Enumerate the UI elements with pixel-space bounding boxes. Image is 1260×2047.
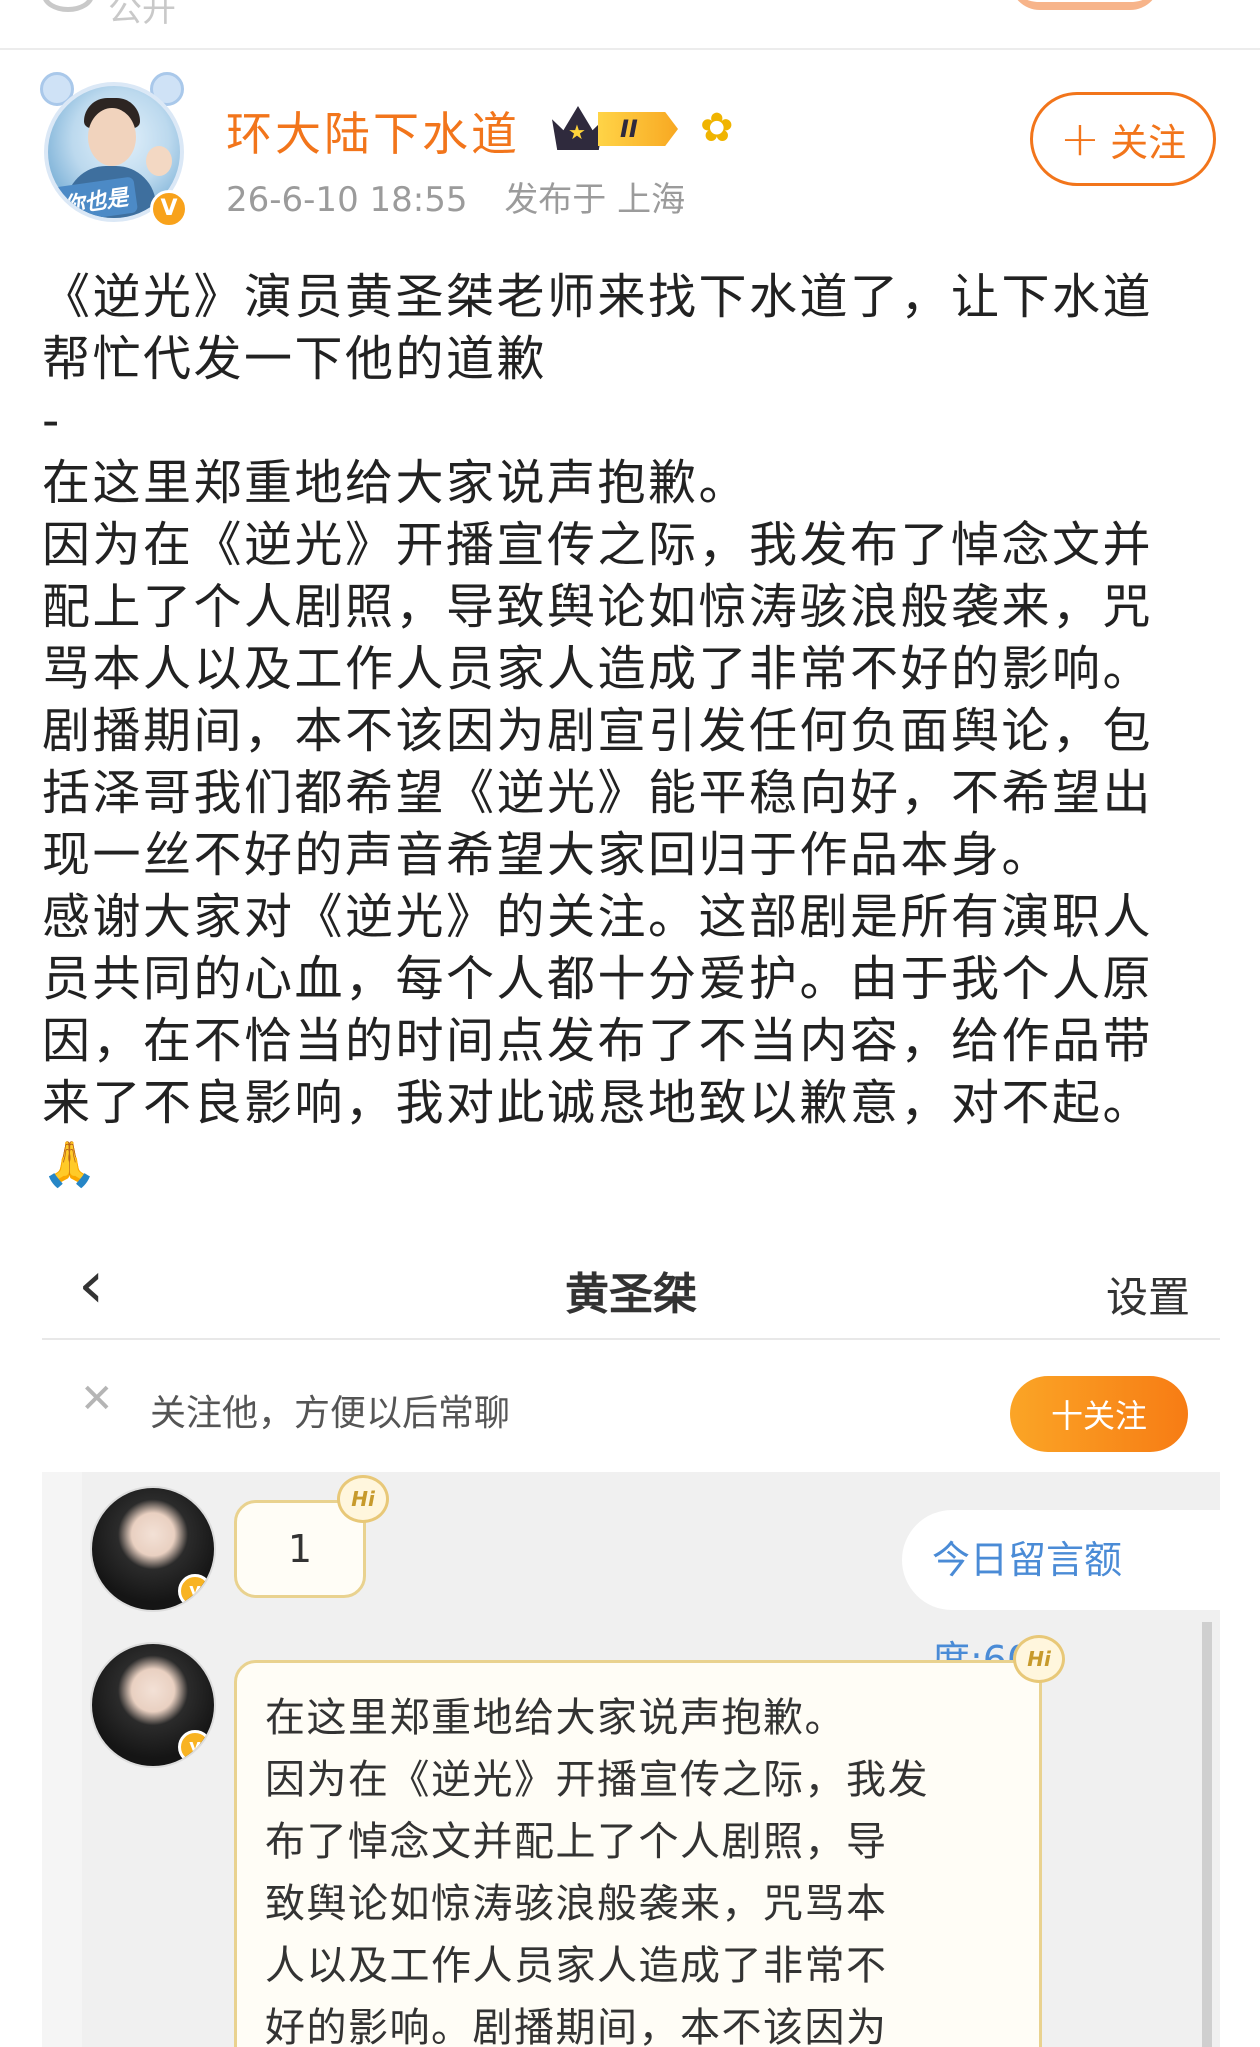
- chat-bubble-line: 好的影响。剧播期间，本不该因为: [265, 2005, 888, 2047]
- screenshot-scrollbar: [1202, 1622, 1212, 2047]
- post-body: 《逆光》演员黄圣桀老师来找下水道了，让下水道 帮忙代发一下他的道歉 - 在这里郑…: [42, 266, 1232, 1196]
- verified-v-icon: v: [178, 1574, 212, 1608]
- screenshot-follow-button: 十关注: [1010, 1376, 1188, 1452]
- post-line: 帮忙代发一下他的道歉: [42, 331, 548, 387]
- follow-button-label: 关注: [1110, 120, 1187, 165]
- post-line: 员共同的心血，每个人都十分爱护。由于我个人原: [42, 951, 1154, 1007]
- chat-bubble: 1 Hi: [234, 1475, 389, 1598]
- post-line: 括泽哥我们都希望《逆光》能平稳向好，不希望出: [42, 765, 1154, 821]
- star-icon: ★: [568, 120, 586, 144]
- chat-bubble-line: 人以及工作人员家人造成了非常不: [265, 1943, 888, 1989]
- author-name[interactable]: 环大陆下水道: [226, 98, 520, 164]
- praying-hands-emoji: 🙏: [42, 1139, 100, 1190]
- chat-bubble: 在这里郑重地给大家说声抱歉。 因为在《逆光》开播宣传之际，我发 布了悼念文并配上…: [234, 1635, 1065, 2047]
- follow-prompt-text: 关注他，方便以后常聊: [150, 1393, 511, 1434]
- post-line: 因为在《逆光》开播宣传之际，我发布了悼念文并: [42, 517, 1154, 573]
- sunflower-icon: ✿: [700, 105, 734, 151]
- hi-sticker-icon: Hi: [1013, 1635, 1065, 1683]
- message-quota-label: 今日留言额度:60: [902, 1510, 1220, 1682]
- screenshot-nav-bar[interactable]: ‹ 黄圣桀 设置: [42, 1230, 1220, 1340]
- globe-icon: [42, 0, 94, 12]
- chat-bubble-line: 致舆论如惊涛骇浪般袭来，咒骂本: [265, 1881, 888, 1927]
- post-meta: 26-6-10 18:55 发布于 上海: [226, 172, 711, 221]
- post-line: 在这里郑重地给大家说声抱歉。: [42, 455, 750, 511]
- rank-label: II: [598, 112, 678, 146]
- plus-icon: +: [1059, 111, 1101, 167]
- visibility-label: 公开: [108, 0, 176, 30]
- post-location: 发布于 上海: [504, 180, 686, 220]
- chat-title: 黄圣桀: [565, 1269, 697, 1320]
- chat-settings-label: 设置: [1105, 1273, 1190, 1322]
- chat-bubble-line: 因为在《逆光》开播宣传之际，我发: [265, 1757, 929, 1803]
- clipped-button[interactable]: [1010, 0, 1160, 10]
- post-line: 因，在不恰当的时间点发布了不当内容，给作品带: [42, 1013, 1154, 1069]
- weibo-post-page: 公开 你也是 V 环大陆下水道 ★ II ✿ 26-6-10 18:55 发布于…: [0, 0, 1260, 2047]
- verified-v-icon: V: [150, 190, 188, 228]
- post-line: 现一丝不好的声音希望大家回归于作品本身。: [42, 827, 1053, 883]
- post-line: -: [42, 393, 62, 449]
- post-line: 《逆光》演员黄圣桀老师来找下水道了，让下水道: [42, 269, 1154, 325]
- close-icon: ✕: [80, 1376, 114, 1422]
- top-action-strip: 公开: [0, 0, 1260, 50]
- member-rank-badge[interactable]: ★ II: [552, 106, 680, 150]
- chat-bubble-text: 1: [287, 1527, 313, 1571]
- post-line: 剧播期间，本不该因为剧宣引发任何负面舆论，包: [42, 703, 1154, 759]
- screenshot-chat-area[interactable]: v 1 Hi 今日留言额度:60 v 在这里郑重地给大家说声抱歉。 因为在《逆光…: [42, 1472, 1220, 2047]
- chat-bubble-line: 布了悼念文并配上了个人剧照，导: [265, 1819, 888, 1865]
- author-avatar[interactable]: 你也是 V: [38, 72, 188, 242]
- screenshot-follow-prompt[interactable]: ✕ 关注他，方便以后常聊 十关注: [42, 1344, 1220, 1470]
- chat-bubble-line: 在这里郑重地给大家说声抱歉。: [265, 1695, 846, 1741]
- post-line: 骂本人以及工作人员家人造成了非常不好的影响。: [42, 641, 1154, 697]
- post-timestamp: 26-6-10 18:55: [226, 180, 468, 220]
- verified-v-icon: v: [178, 1730, 212, 1764]
- follow-button[interactable]: + 关注: [1030, 92, 1216, 186]
- post-line: 来了不良影响，我对此诚恳地致以歉意，对不起。: [42, 1075, 1154, 1131]
- sender-avatar: v: [90, 1486, 216, 1612]
- hi-sticker-icon: Hi: [337, 1475, 389, 1523]
- post-line: 感谢大家对《逆光》的关注。这部剧是所有演职人: [42, 889, 1154, 945]
- sender-avatar: v: [90, 1642, 216, 1768]
- post-line: 配上了个人剧照，导致舆论如惊涛骇浪般袭来，咒: [42, 579, 1154, 635]
